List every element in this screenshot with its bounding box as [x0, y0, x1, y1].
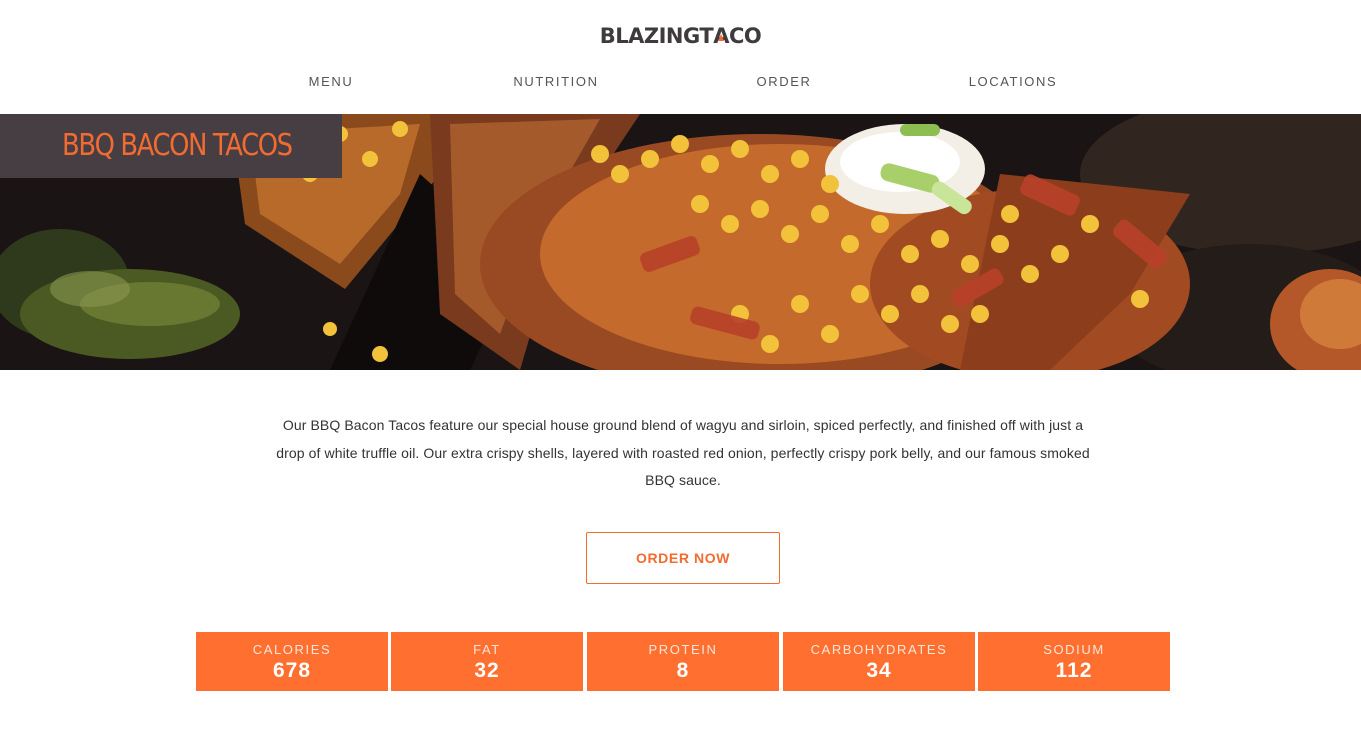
stat-label: SODIUM [1043, 642, 1105, 657]
stat-fat: FAT 32 [391, 632, 583, 691]
product-description: Our BBQ Bacon Tacos feature our special … [276, 417, 1090, 488]
brand-logo[interactable]: BLAZINGTACO [0, 24, 1361, 48]
page-title: BBQ BACON TACOS [62, 128, 293, 163]
stat-label: CARBOHYDRATES [810, 642, 948, 657]
hero-banner: BBQ BACON TACOS [0, 114, 1361, 370]
stat-label: CALORIES [252, 642, 332, 657]
stat-carbohydrates: CARBOHYDRATES 34 [783, 632, 975, 691]
nutrition-stats: CALORIES 678 FAT 32 PROTEIN 8 CARBOHYDRA… [196, 632, 1170, 691]
nav-locations[interactable]: LOCATIONS [969, 74, 1058, 89]
stat-value: 34 [866, 659, 892, 682]
stat-label: PROTEIN [648, 642, 718, 657]
stat-value: 8 [676, 659, 690, 682]
stat-value: 32 [474, 659, 500, 682]
nav-order[interactable]: ORDER [757, 74, 812, 89]
stat-value: 112 [1055, 659, 1093, 682]
stat-protein: PROTEIN 8 [587, 632, 779, 691]
nav-nutrition[interactable]: NUTRITION [513, 74, 598, 89]
nav-menu[interactable]: MENU [309, 74, 354, 89]
stat-label: FAT [473, 642, 501, 657]
main-nav: MENU NUTRITION ORDER LOCATIONS [0, 74, 1361, 90]
order-now-button[interactable]: ORDER NOW [586, 532, 780, 584]
stat-calories: CALORIES 678 [196, 632, 388, 691]
stat-value: 678 [272, 659, 312, 682]
stat-sodium: SODIUM 112 [978, 632, 1170, 691]
title-box: BBQ BACON TACOS [0, 114, 342, 178]
